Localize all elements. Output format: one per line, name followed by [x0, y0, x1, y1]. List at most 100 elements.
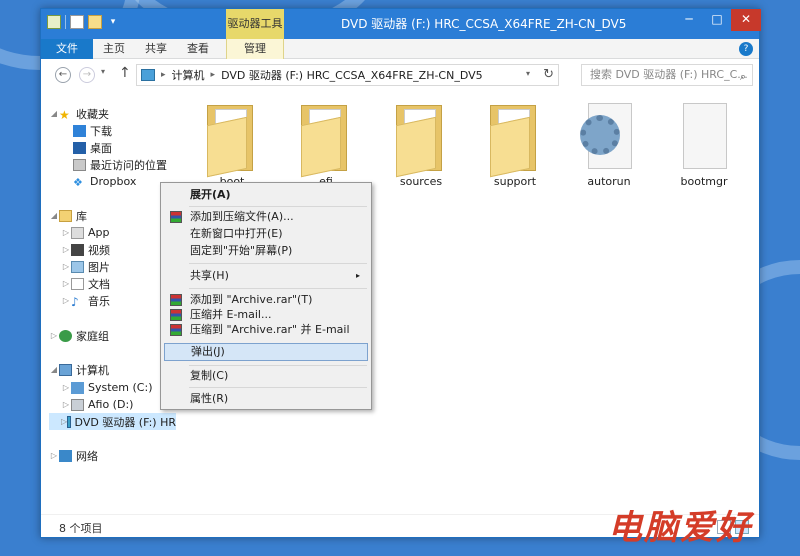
- tab-share[interactable]: 共享: [135, 39, 177, 59]
- network-icon: [59, 449, 72, 462]
- maximize-button[interactable]: □: [703, 9, 731, 31]
- recent-locations-dropdown[interactable]: ▾: [101, 67, 105, 76]
- nav-drive-d[interactable]: ▷ Afio (D:): [61, 396, 134, 413]
- expand-arrow-icon[interactable]: ▷: [61, 245, 71, 254]
- nav-drive-c-label: System (C:): [88, 381, 153, 394]
- nav-computer[interactable]: ◢ 计算机: [49, 361, 109, 378]
- nav-library-videos[interactable]: ▷ 视频: [61, 241, 110, 258]
- file-name: autorun: [587, 175, 631, 188]
- expand-arrow-icon[interactable]: ▷: [61, 383, 71, 392]
- folder-icon: [486, 99, 544, 178]
- context-menu: 展开(A) 添加到压缩文件(A)... 在新窗口中打开(E) 固定到"开始"屏幕…: [160, 182, 372, 410]
- nav-recent-places[interactable]: 最近访问的位置: [73, 156, 167, 173]
- breadcrumb-dvd-drive[interactable]: DVD 驱动器 (F:) HRC_CCSA_X64FRE_ZH-CN_DV5: [221, 67, 483, 83]
- nav-network[interactable]: ▷ 网络: [49, 447, 98, 464]
- new-folder-icon[interactable]: [88, 15, 102, 29]
- winrar-icon: [170, 211, 182, 223]
- homegroup-icon: [59, 329, 72, 342]
- menu-item-eject[interactable]: 弹出(J): [164, 343, 368, 361]
- nav-homegroup-label: 家庭组: [76, 329, 109, 343]
- nav-libraries[interactable]: ◢ 库: [49, 207, 87, 224]
- forward-button[interactable]: →: [79, 67, 95, 83]
- menu-item-expand[interactable]: 展开(A): [164, 186, 368, 204]
- close-button[interactable]: ✕: [731, 9, 761, 31]
- file-item-sources[interactable]: sources: [381, 99, 461, 199]
- search-input[interactable]: 搜索 DVD 驱动器 (F:) HRC_C... ⌕: [581, 64, 753, 86]
- menu-item-open-new-window[interactable]: 在新窗口中打开(E): [164, 225, 368, 243]
- nav-library-app[interactable]: ▷ App: [61, 224, 110, 241]
- settings-file-icon: [580, 99, 638, 173]
- nav-library-music-label: 音乐: [88, 294, 110, 308]
- nav-library-videos-label: 视频: [88, 243, 110, 257]
- menu-item-add-to-archive[interactable]: 添加到压缩文件(A)...: [164, 208, 368, 226]
- star-icon: ★: [59, 107, 70, 122]
- expand-arrow-icon[interactable]: ▷: [61, 262, 71, 271]
- nav-recent-places-label: 最近访问的位置: [90, 158, 167, 172]
- menu-item-label: 压缩并 E-mail...: [190, 308, 272, 321]
- menu-item-copy[interactable]: 复制(C): [164, 367, 368, 385]
- search-icon[interactable]: ⌕: [740, 67, 746, 87]
- nav-dropbox[interactable]: ❖ Dropbox: [73, 173, 136, 190]
- menu-item-share[interactable]: 共享(H) ▸: [164, 267, 368, 285]
- menu-item-pin-to-start[interactable]: 固定到"开始"屏幕(P): [164, 242, 368, 260]
- help-icon[interactable]: ?: [739, 42, 753, 56]
- nav-library-pictures-label: 图片: [88, 260, 110, 274]
- nav-favorites-label: 收藏夹: [76, 107, 109, 121]
- music-icon: ♪: [71, 294, 79, 309]
- refresh-icon[interactable]: ↻: [543, 67, 554, 82]
- address-history-dropdown[interactable]: ▾: [526, 69, 530, 78]
- expand-arrow-icon[interactable]: ▷: [61, 279, 71, 288]
- drive-app-icon[interactable]: [47, 15, 61, 29]
- expand-arrow-icon[interactable]: ▷: [61, 400, 71, 409]
- tab-view[interactable]: 查看: [177, 39, 219, 59]
- breadcrumb-separator[interactable]: ▸: [211, 70, 216, 80]
- file-name: support: [493, 175, 537, 188]
- nav-favorites[interactable]: ◢ ★ 收藏夹: [49, 105, 109, 122]
- address-bar[interactable]: ▸ 计算机 ▸ DVD 驱动器 (F:) HRC_CCSA_X64FRE_ZH-…: [136, 64, 559, 86]
- minimize-button[interactable]: ─: [675, 9, 703, 31]
- menu-item-properties[interactable]: 属性(R): [164, 390, 368, 408]
- tab-file[interactable]: 文件: [41, 39, 93, 59]
- breadcrumb-computer[interactable]: 计算机: [172, 67, 205, 83]
- submenu-arrow-icon: ▸: [355, 271, 360, 280]
- up-button[interactable]: ↑: [119, 65, 131, 81]
- system-drive-icon: [71, 381, 84, 394]
- nav-library-music[interactable]: ▷ ♪ 音乐: [61, 292, 110, 309]
- nav-homegroup[interactable]: ▷ 家庭组: [49, 327, 109, 344]
- menu-item-compress-rar-email[interactable]: 压缩到 "Archive.rar" 并 E-mail: [164, 321, 368, 339]
- menu-item-label: 属性(R): [190, 392, 229, 405]
- expand-arrow-icon[interactable]: ▷: [61, 296, 71, 305]
- nav-drive-c[interactable]: ▷ System (C:): [61, 379, 153, 396]
- nav-drive-f[interactable]: ▷ DVD 驱动器 (F:) HR: [49, 413, 176, 430]
- hard-drive-icon: [71, 398, 84, 411]
- expand-arrow-icon[interactable]: ▷: [61, 228, 71, 237]
- file-icon: [675, 99, 733, 173]
- collapse-arrow-icon[interactable]: ◢: [49, 211, 59, 220]
- file-name: sources: [399, 175, 443, 188]
- nav-library-pictures[interactable]: ▷ 图片: [61, 258, 110, 275]
- expand-arrow-icon[interactable]: ▷: [49, 331, 59, 340]
- breadcrumb-separator[interactable]: ▸: [161, 70, 166, 80]
- tab-manage[interactable]: 管理: [226, 39, 284, 59]
- search-placeholder: 搜索 DVD 驱动器 (F:) HRC_C...: [590, 68, 748, 81]
- back-button[interactable]: ←: [55, 67, 71, 83]
- file-item-autorun[interactable]: autorun: [569, 99, 649, 199]
- nav-desktop[interactable]: 桌面: [73, 139, 112, 156]
- nav-downloads[interactable]: 下载: [73, 122, 112, 139]
- nav-library-documents[interactable]: ▷ 文档: [61, 275, 110, 292]
- videos-icon: [71, 243, 84, 256]
- menu-item-label: 添加到压缩文件(A)...: [190, 210, 294, 223]
- tab-home[interactable]: 主页: [93, 39, 135, 59]
- menu-item-label: 在新窗口中打开(E): [190, 227, 283, 240]
- customize-toolbar-dropdown[interactable]: ▾: [106, 15, 120, 29]
- properties-icon[interactable]: [70, 15, 84, 29]
- folder-icon: [203, 99, 261, 178]
- collapse-arrow-icon[interactable]: ◢: [49, 109, 59, 118]
- toolbar-divider: [65, 15, 66, 29]
- file-item-support[interactable]: support: [475, 99, 555, 199]
- nav-downloads-label: 下载: [90, 124, 112, 138]
- expand-arrow-icon[interactable]: ▷: [49, 451, 59, 460]
- libraries-icon: [59, 209, 72, 222]
- file-item-bootmgr[interactable]: bootmgr: [664, 99, 744, 199]
- collapse-arrow-icon[interactable]: ◢: [49, 365, 59, 374]
